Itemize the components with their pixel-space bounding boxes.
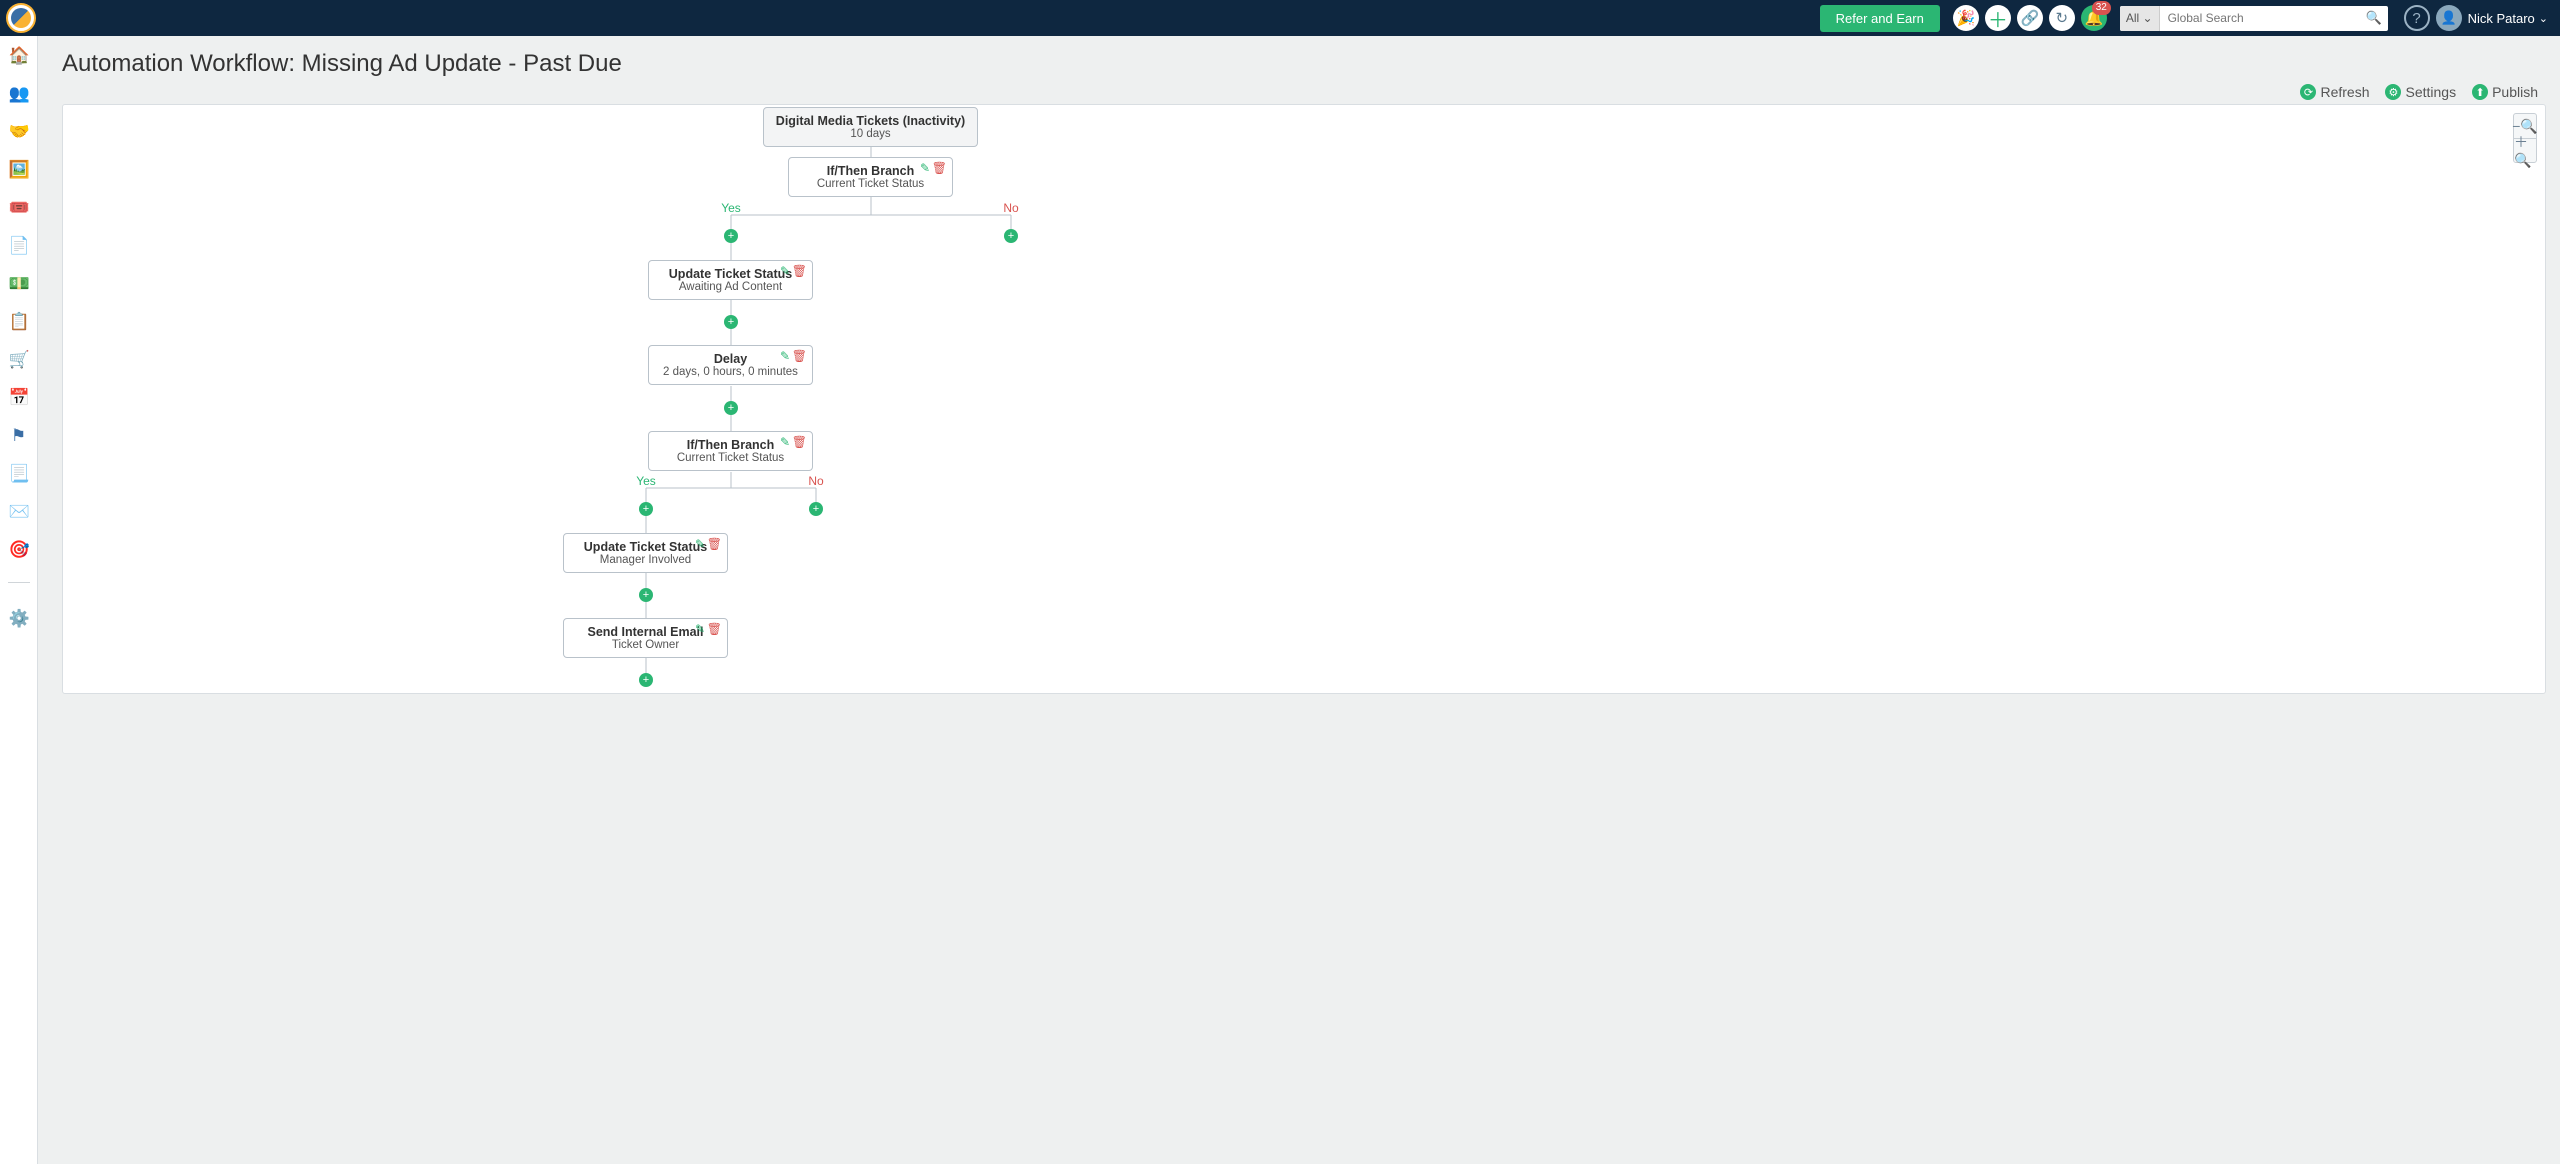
search-scope-label: All — [2126, 11, 2139, 25]
add-icon[interactable]: ＋ — [1985, 5, 2011, 31]
app-logo[interactable] — [6, 3, 36, 33]
edit-icon[interactable]: ✎ — [695, 537, 705, 551]
node-branch-2[interactable]: ✎ 🗑 If/Then Branch Current Ticket Status — [648, 431, 813, 471]
node-trigger[interactable]: Digital Media Tickets (Inactivity) 10 da… — [763, 107, 978, 147]
connectors — [63, 105, 2545, 693]
help-icon[interactable]: ? — [2404, 5, 2430, 31]
node-branch-1[interactable]: ✎ 🗑 If/Then Branch Current Ticket Status — [788, 157, 953, 197]
nav-home-icon[interactable]: 🏠 — [9, 46, 29, 66]
history-icon[interactable]: ↻ — [2049, 5, 2075, 31]
avatar[interactable]: 👤 — [2436, 5, 2462, 31]
nav-mail-icon[interactable]: ✉️ — [9, 502, 29, 522]
delete-icon[interactable]: 🗑 — [792, 264, 807, 278]
nav-contacts-icon[interactable]: 👥 — [9, 84, 29, 104]
global-search: All ⌄ 🔍 — [2120, 6, 2388, 31]
node-email[interactable]: ✎ 🗑 Send Internal Email Ticket Owner — [563, 618, 728, 658]
delete-icon[interactable]: 🗑 — [792, 435, 807, 449]
page-title: Automation Workflow: Missing Ad Update -… — [62, 50, 2546, 78]
edit-icon[interactable]: ✎ — [695, 622, 705, 636]
nav-deals-icon[interactable]: 🤝 — [9, 122, 29, 142]
settings-label: Settings — [2405, 84, 2456, 100]
nav-media-icon[interactable]: 🖼️ — [9, 160, 29, 180]
add-step-no-2[interactable]: + — [809, 502, 823, 516]
add-step-no-1[interactable]: + — [1004, 229, 1018, 243]
top-bar: Refer and Earn 🎉 ＋ 🔗 ↻ 🔔32 All ⌄ 🔍 ? 👤 N… — [0, 0, 2560, 36]
settings-icon: ⚙ — [2385, 84, 2401, 100]
add-step-after-delay[interactable]: + — [724, 401, 738, 415]
celebrate-icon[interactable]: 🎉 — [1953, 5, 1979, 31]
nav-flag-icon[interactable]: ⚑ — [9, 426, 29, 446]
node-update-2-sub: Manager Involved — [574, 554, 717, 566]
nav-calendar-icon[interactable]: 📅 — [9, 388, 29, 408]
action-bar: ⟳ Refresh ⚙ Settings ⬆ Publish — [62, 84, 2546, 100]
publish-label: Publish — [2492, 84, 2538, 100]
node-email-sub: Ticket Owner — [574, 639, 717, 651]
nav-tasks-icon[interactable]: 📋 — [9, 312, 29, 332]
search-icon[interactable]: 🔍 — [2360, 10, 2388, 26]
notification-badge: 32 — [2092, 1, 2111, 15]
add-step-yes-1[interactable]: + — [724, 229, 738, 243]
edit-icon[interactable]: ✎ — [780, 435, 790, 449]
add-step-after-update-1[interactable]: + — [724, 315, 738, 329]
publish-icon: ⬆ — [2472, 84, 2488, 100]
branch-1-yes-label: Yes — [721, 201, 741, 215]
branch-1-no-label: No — [1003, 201, 1018, 215]
add-step-yes-2[interactable]: + — [639, 502, 653, 516]
node-branch-1-sub: Current Ticket Status — [799, 178, 942, 190]
page: Automation Workflow: Missing Ad Update -… — [38, 36, 2560, 1164]
user-menu-chevron-icon[interactable]: ⌄ — [2539, 12, 2548, 25]
search-scope-dropdown[interactable]: All ⌄ — [2120, 6, 2160, 31]
nav-tickets-icon[interactable]: 🎟️ — [9, 198, 29, 218]
edit-icon[interactable]: ✎ — [780, 264, 790, 278]
delete-icon[interactable]: 🗑 — [707, 622, 722, 636]
refresh-button[interactable]: ⟳ Refresh — [2300, 84, 2369, 100]
link-icon[interactable]: 🔗 — [2017, 5, 2043, 31]
publish-button[interactable]: ⬆ Publish — [2472, 84, 2538, 100]
branch-2-yes-label: Yes — [636, 474, 656, 488]
nav-segments-icon[interactable]: 🎯 — [9, 540, 29, 560]
refer-earn-button[interactable]: Refer and Earn — [1820, 5, 1940, 32]
side-nav: 🏠 👥 🤝 🖼️ 🎟️ 📄 💵 📋 🛒 📅 ⚑ 📃 ✉️ 🎯 ⚙️ — [0, 36, 38, 1164]
user-name[interactable]: Nick Pataro — [2468, 11, 2535, 26]
nav-billing-icon[interactable]: 💵 — [9, 274, 29, 294]
delete-icon[interactable]: 🗑 — [792, 349, 807, 363]
node-delay-sub: 2 days, 0 hours, 0 minutes — [659, 366, 802, 378]
nav-docs-icon[interactable]: 📄 — [9, 236, 29, 256]
node-trigger-title: Digital Media Tickets (Inactivity) — [774, 114, 967, 128]
node-update-2[interactable]: ✎ 🗑 Update Ticket Status Manager Involve… — [563, 533, 728, 573]
notifications-icon[interactable]: 🔔32 — [2081, 5, 2107, 31]
node-update-1-sub: Awaiting Ad Content — [659, 281, 802, 293]
branch-2-no-label: No — [808, 474, 823, 488]
nav-settings-icon[interactable]: ⚙️ — [9, 609, 29, 629]
chevron-down-icon: ⌄ — [2143, 11, 2153, 25]
nav-cart-icon[interactable]: 🛒 — [9, 350, 29, 370]
node-trigger-sub: 10 days — [774, 128, 967, 140]
node-branch-2-sub: Current Ticket Status — [659, 452, 802, 464]
node-update-1[interactable]: ✎ 🗑 Update Ticket Status Awaiting Ad Con… — [648, 260, 813, 300]
add-step-final[interactable]: + — [639, 673, 653, 687]
node-delay[interactable]: ✎ 🗑 Delay 2 days, 0 hours, 0 minutes — [648, 345, 813, 385]
add-step-after-update-2[interactable]: + — [639, 588, 653, 602]
refresh-label: Refresh — [2320, 84, 2369, 100]
edit-icon[interactable]: ✎ — [920, 161, 930, 175]
nav-word-icon[interactable]: 📃 — [9, 464, 29, 484]
refresh-icon: ⟳ — [2300, 84, 2316, 100]
workflow-canvas[interactable]: −🔍 ＋🔍 — [62, 104, 2546, 694]
search-input[interactable] — [2160, 6, 2360, 31]
nav-separator — [8, 582, 30, 583]
edit-icon[interactable]: ✎ — [780, 349, 790, 363]
delete-icon[interactable]: 🗑 — [932, 161, 947, 175]
settings-button[interactable]: ⚙ Settings — [2385, 84, 2456, 100]
delete-icon[interactable]: 🗑 — [707, 537, 722, 551]
